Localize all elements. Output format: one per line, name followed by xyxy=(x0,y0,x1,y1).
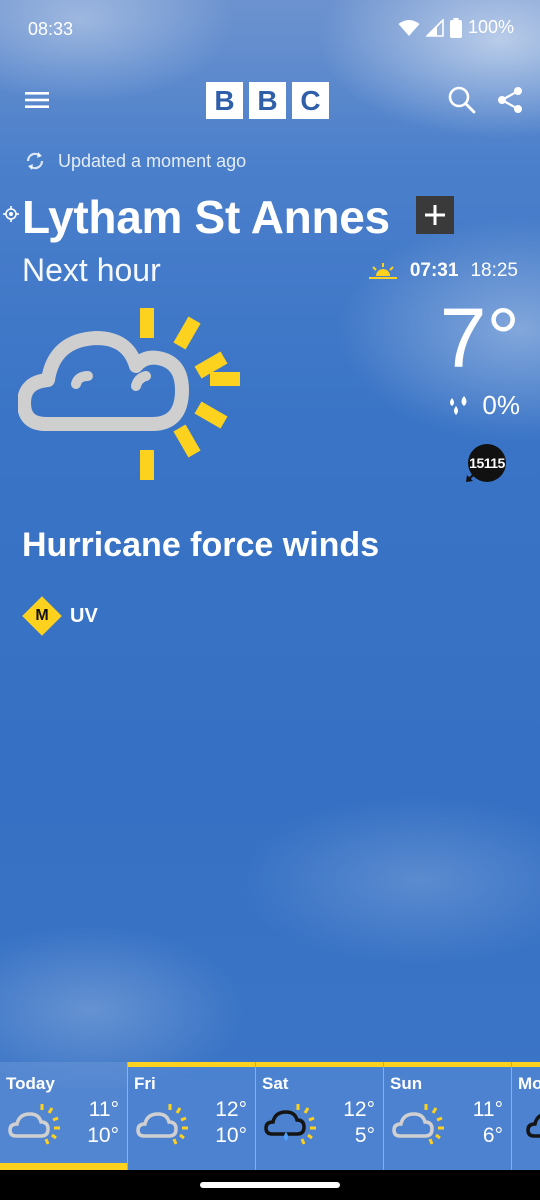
forecast-high: 11° xyxy=(472,1098,503,1121)
forecast-high: 12° xyxy=(343,1098,375,1121)
raindrops-icon xyxy=(450,395,467,415)
updated-status[interactable]: Updated a moment ago xyxy=(24,150,246,172)
logo-letter: C xyxy=(292,82,329,119)
forecast-high: 12° xyxy=(215,1098,247,1121)
forecast-day-name: Sun xyxy=(390,1074,423,1093)
forecast-high: 11° xyxy=(88,1098,119,1121)
share-icon[interactable] xyxy=(494,84,526,116)
forecast-low: 10° xyxy=(87,1124,119,1147)
wind-direction-icon xyxy=(466,468,480,482)
forecast-low: 5° xyxy=(354,1124,375,1147)
app-header: B B C xyxy=(0,70,540,130)
forecast-day-sun[interactable]: Sun 11° 6° xyxy=(384,1062,512,1170)
light-rain-sun-icon xyxy=(264,1104,316,1145)
battery-icon xyxy=(449,17,462,38)
search-icon[interactable] xyxy=(446,84,478,116)
sunny-intervals-icon xyxy=(8,1104,60,1145)
battery-percent: 100% xyxy=(467,17,514,37)
system-nav-bar xyxy=(0,1170,540,1200)
rain-chance-value: 0% xyxy=(482,390,520,420)
status-time: 08:33 xyxy=(28,19,74,39)
status-bar: 08:33 100% xyxy=(0,0,540,58)
sunny-intervals-icon xyxy=(392,1104,444,1145)
rain-chance: 0% xyxy=(446,390,520,421)
location-name: Lytham St Annes xyxy=(22,191,390,243)
uv-row[interactable]: M UV xyxy=(22,596,98,636)
forecast-day-fri[interactable]: Fri 12° 10° xyxy=(128,1062,256,1170)
add-location-button[interactable] xyxy=(416,196,454,234)
sunrise-time: 07:31 xyxy=(409,260,459,281)
sunset-time: 18:25 xyxy=(470,260,518,281)
forecast-day-name: Mo xyxy=(518,1074,540,1093)
next-hour-label: Next hour xyxy=(22,252,161,288)
forecast-day-sat[interactable]: Sat 12° 5° xyxy=(256,1062,384,1170)
sunny-intervals-icon xyxy=(136,1104,188,1145)
forecast-day-mon[interactable]: Mo xyxy=(512,1062,540,1170)
refresh-icon xyxy=(26,152,44,170)
forecast-low: 10° xyxy=(215,1124,247,1147)
forecast-low: 6° xyxy=(482,1124,503,1147)
uv-badge: M xyxy=(22,596,62,636)
home-gesture-handle[interactable] xyxy=(200,1182,340,1188)
logo-letter: B xyxy=(206,82,243,119)
sun-times: 07:31 18:25 xyxy=(368,260,518,282)
weather-summary: Hurricane force winds xyxy=(22,526,380,564)
wifi-icon xyxy=(398,19,420,36)
cloud-icon xyxy=(526,1113,540,1138)
bbc-logo: B B C xyxy=(206,82,329,119)
forecast-day-name: Sat xyxy=(262,1074,289,1093)
selected-day-indicator xyxy=(0,1163,127,1170)
sunrise-icon xyxy=(368,263,397,279)
menu-icon[interactable] xyxy=(22,86,52,114)
updated-text: Updated a moment ago xyxy=(58,150,247,171)
current-temperature: 7° xyxy=(439,291,520,385)
status-icons: 100% xyxy=(398,17,514,38)
uv-level: M xyxy=(35,607,49,624)
uv-label: UV xyxy=(70,604,98,627)
forecast-day-name: Fri xyxy=(134,1074,156,1093)
plus-icon xyxy=(425,205,445,225)
cloud-sun-icon xyxy=(18,308,240,480)
forecast-day-today[interactable]: Today 11° 10° xyxy=(0,1062,128,1170)
forecast-day-name: Today xyxy=(6,1074,55,1093)
location-target-icon xyxy=(3,206,19,222)
logo-letter: B xyxy=(249,82,286,119)
location-row: Lytham St Annes xyxy=(0,186,540,246)
signal-icon xyxy=(425,18,444,37)
forecast-strip: Today 11° 10° Fri 12° 10° Sat 12° 5° Sun… xyxy=(0,1062,540,1170)
